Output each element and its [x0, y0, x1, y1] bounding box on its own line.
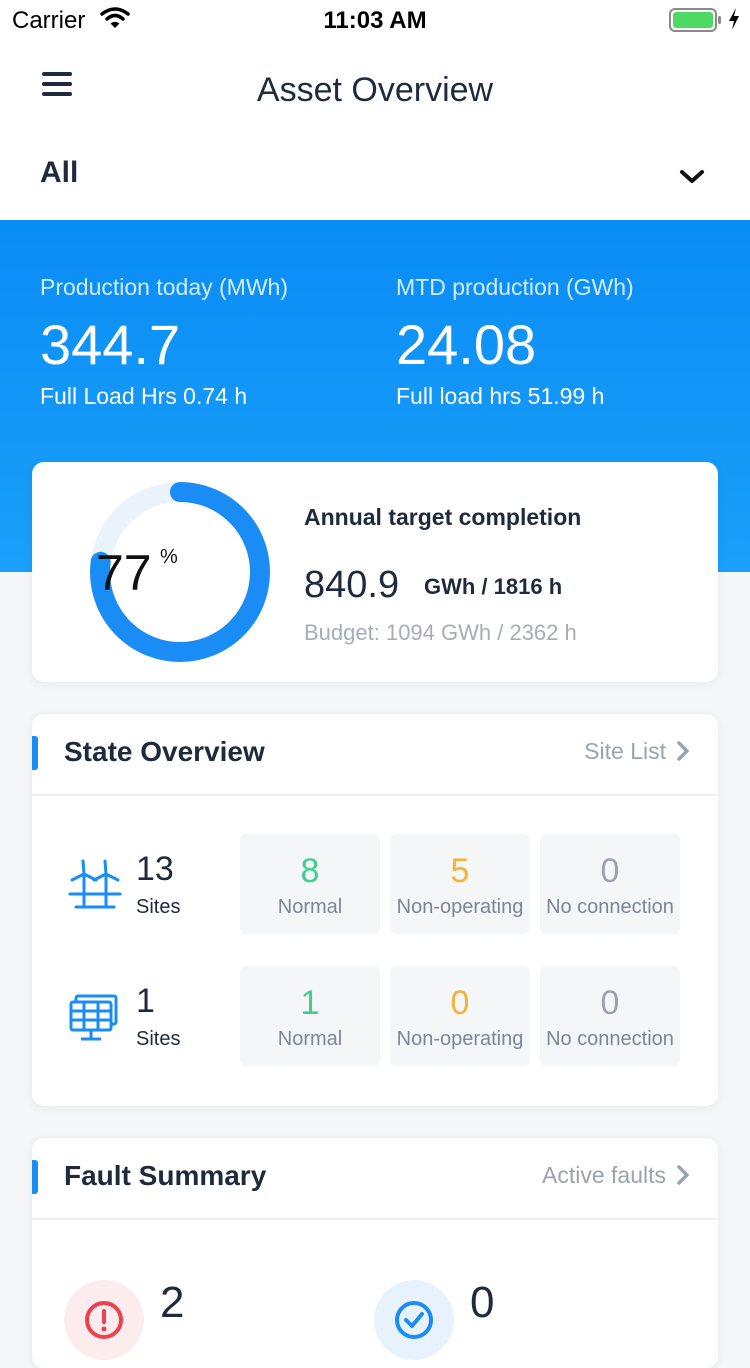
- chevron-down-icon[interactable]: [678, 168, 706, 186]
- stat-value: 5: [450, 852, 470, 890]
- wind-normal-stat[interactable]: 8 Normal: [240, 834, 380, 934]
- stat-label: Normal: [277, 1028, 343, 1050]
- annual-target-title: Annual target completion: [304, 504, 582, 530]
- charging-bolt-icon: [729, 8, 739, 30]
- section-accent-bar: [32, 736, 38, 770]
- annual-percent-value: 77: [96, 545, 152, 601]
- stat-value: 0: [450, 984, 470, 1022]
- clock: 11:03 AM: [323, 7, 427, 34]
- mtd-production-value: 24.08: [396, 313, 537, 376]
- state-overview-card: State Overview Site List 13 Sites 8 Norm…: [32, 714, 718, 1106]
- production-today-full-load: Full Load Hrs 0.74 h: [40, 383, 248, 409]
- stat-value: 0: [600, 852, 620, 890]
- stat-label: Non-operating: [396, 1028, 524, 1050]
- stat-value: 1: [300, 984, 320, 1022]
- mtd-production: MTD production (GWh) 24.08 Full load hrs…: [396, 274, 634, 410]
- solar-non-operating-stat[interactable]: 0 Non-operating: [390, 966, 530, 1066]
- site-list-link[interactable]: Site List: [584, 738, 690, 765]
- solar-panel-icon: [69, 994, 118, 1041]
- stat-label: No connection: [546, 1028, 674, 1050]
- fault-summary-title: Fault Summary: [64, 1160, 267, 1191]
- wind-turbine-icon: [68, 859, 122, 909]
- state-overview-header: State Overview Site List: [32, 714, 718, 796]
- solar-sites-unit: Sites: [136, 1028, 181, 1050]
- check-circle-icon: [395, 1301, 433, 1339]
- alert-icon: [85, 1301, 123, 1339]
- resolved-fault-count: 0: [470, 1278, 495, 1327]
- annual-percent-unit: %: [160, 546, 178, 568]
- annual-target-card: 77 % Annual target completion 840.9 GWh …: [32, 462, 718, 682]
- filter-selected-value: All: [40, 156, 79, 189]
- chevron-right-icon: [677, 1165, 689, 1185]
- production-today-value: 344.7: [40, 313, 181, 376]
- annual-budget: Budget: 1094 GWh / 2362 h: [304, 620, 577, 645]
- wind-non-operating-stat[interactable]: 5 Non-operating: [390, 834, 530, 934]
- wind-sites-unit: Sites: [136, 896, 181, 918]
- solar-sites-count: 1: [136, 982, 155, 1020]
- site-filter-dropdown[interactable]: All: [0, 140, 750, 220]
- page-title: Asset Overview: [256, 71, 494, 109]
- resolved-fault-badge[interactable]: [374, 1280, 454, 1360]
- wind-sites-count: 13: [136, 850, 174, 888]
- mtd-production-label: MTD production (GWh): [396, 274, 634, 300]
- active-fault-count: 2: [160, 1278, 185, 1327]
- stat-label: No connection: [546, 896, 674, 918]
- active-fault-badge[interactable]: [64, 1280, 144, 1360]
- stat-value: 0: [600, 984, 620, 1022]
- stat-value: 8: [300, 852, 320, 890]
- production-today-label: Production today (MWh): [40, 274, 288, 300]
- fault-summary-header: Fault Summary Active faults: [32, 1138, 718, 1220]
- state-overview-title: State Overview: [64, 736, 265, 767]
- solar-no-connection-stat[interactable]: 0 No connection: [540, 966, 680, 1066]
- solar-normal-stat[interactable]: 1 Normal: [240, 966, 380, 1066]
- stat-label: Non-operating: [396, 896, 524, 918]
- site-list-label: Site List: [584, 738, 666, 764]
- chevron-right-icon: [677, 741, 689, 761]
- status-bar: Carrier 11:03 AM: [0, 0, 750, 40]
- annual-production-unit: GWh / 1816 h: [424, 574, 563, 599]
- active-faults-link[interactable]: Active faults: [542, 1162, 690, 1189]
- battery-icon: [669, 8, 721, 32]
- nav-bar: Asset Overview: [0, 40, 750, 140]
- production-today: Production today (MWh) 344.7 Full Load H…: [40, 274, 288, 410]
- wind-no-connection-stat[interactable]: 0 No connection: [540, 834, 680, 934]
- annual-production-value: 840.9: [304, 564, 400, 606]
- stat-label: Normal: [277, 896, 343, 918]
- active-faults-label: Active faults: [542, 1162, 666, 1188]
- mtd-full-load: Full load hrs 51.99 h: [396, 383, 605, 409]
- section-accent-bar: [32, 1160, 38, 1194]
